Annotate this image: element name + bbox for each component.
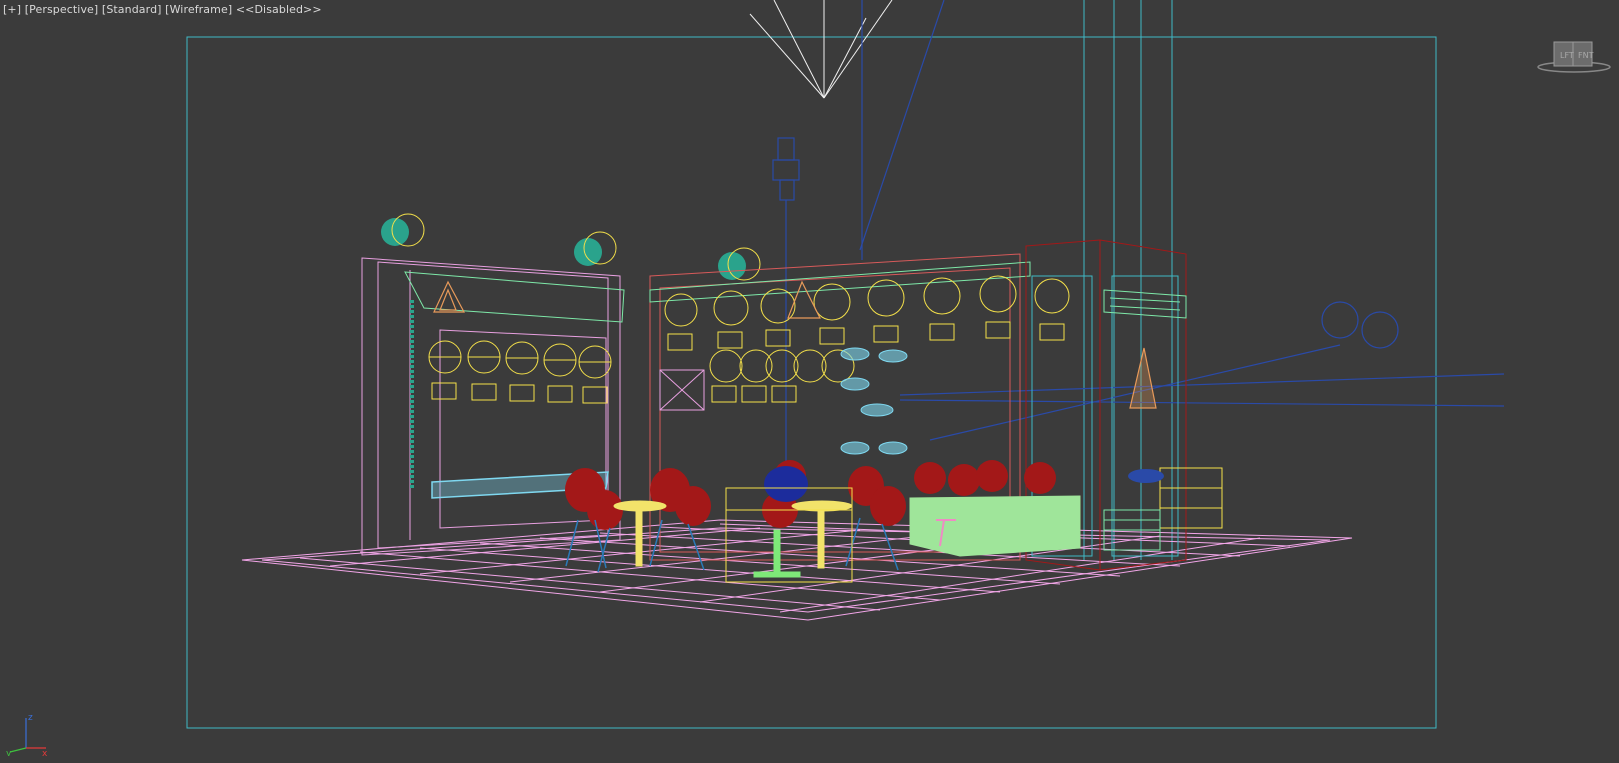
right-tower-green-sign[interactable] [1103, 289, 1187, 319]
perspective-viewport[interactable]: [+] [Perspective] [Standard] [Wireframe]… [0, 0, 1619, 763]
hanging-plants[interactable] [840, 347, 908, 455]
right-display-shelf[interactable] [1159, 467, 1223, 529]
chair-legs [565, 517, 899, 573]
back-wall-sign-box[interactable] [659, 369, 705, 411]
lounge-sofa[interactable] [909, 495, 1081, 557]
center-dome[interactable] [764, 466, 808, 502]
axis-x-label: x [42, 749, 48, 756]
left-wall-lamps[interactable] [428, 340, 612, 404]
left-wall-logo[interactable] [433, 280, 465, 313]
axis-y-label: y [6, 749, 12, 756]
back-wall-lamps-lower[interactable] [709, 349, 855, 403]
left-wall-header[interactable] [404, 271, 625, 323]
right-tower-logo[interactable] [1129, 347, 1157, 409]
viewcube[interactable]: LFT FNT [1534, 36, 1612, 76]
light-target-lines[interactable] [859, 0, 1505, 441]
back-wall-logo[interactable] [787, 280, 821, 319]
axis-tripod-icon: z x y [6, 713, 48, 756]
wall-spotlights-left[interactable] [381, 213, 761, 281]
camera-frustum[interactable] [749, 0, 893, 99]
wireframe-scene[interactable] [0, 0, 1619, 763]
viewcube-left-face[interactable]: LFT [1560, 51, 1574, 60]
back-wall-green-trim[interactable] [649, 261, 1031, 303]
right-blue-object[interactable] [1128, 469, 1164, 483]
axis-z-label: z [28, 713, 33, 723]
viewcube-front-face[interactable]: FNT [1578, 51, 1594, 60]
